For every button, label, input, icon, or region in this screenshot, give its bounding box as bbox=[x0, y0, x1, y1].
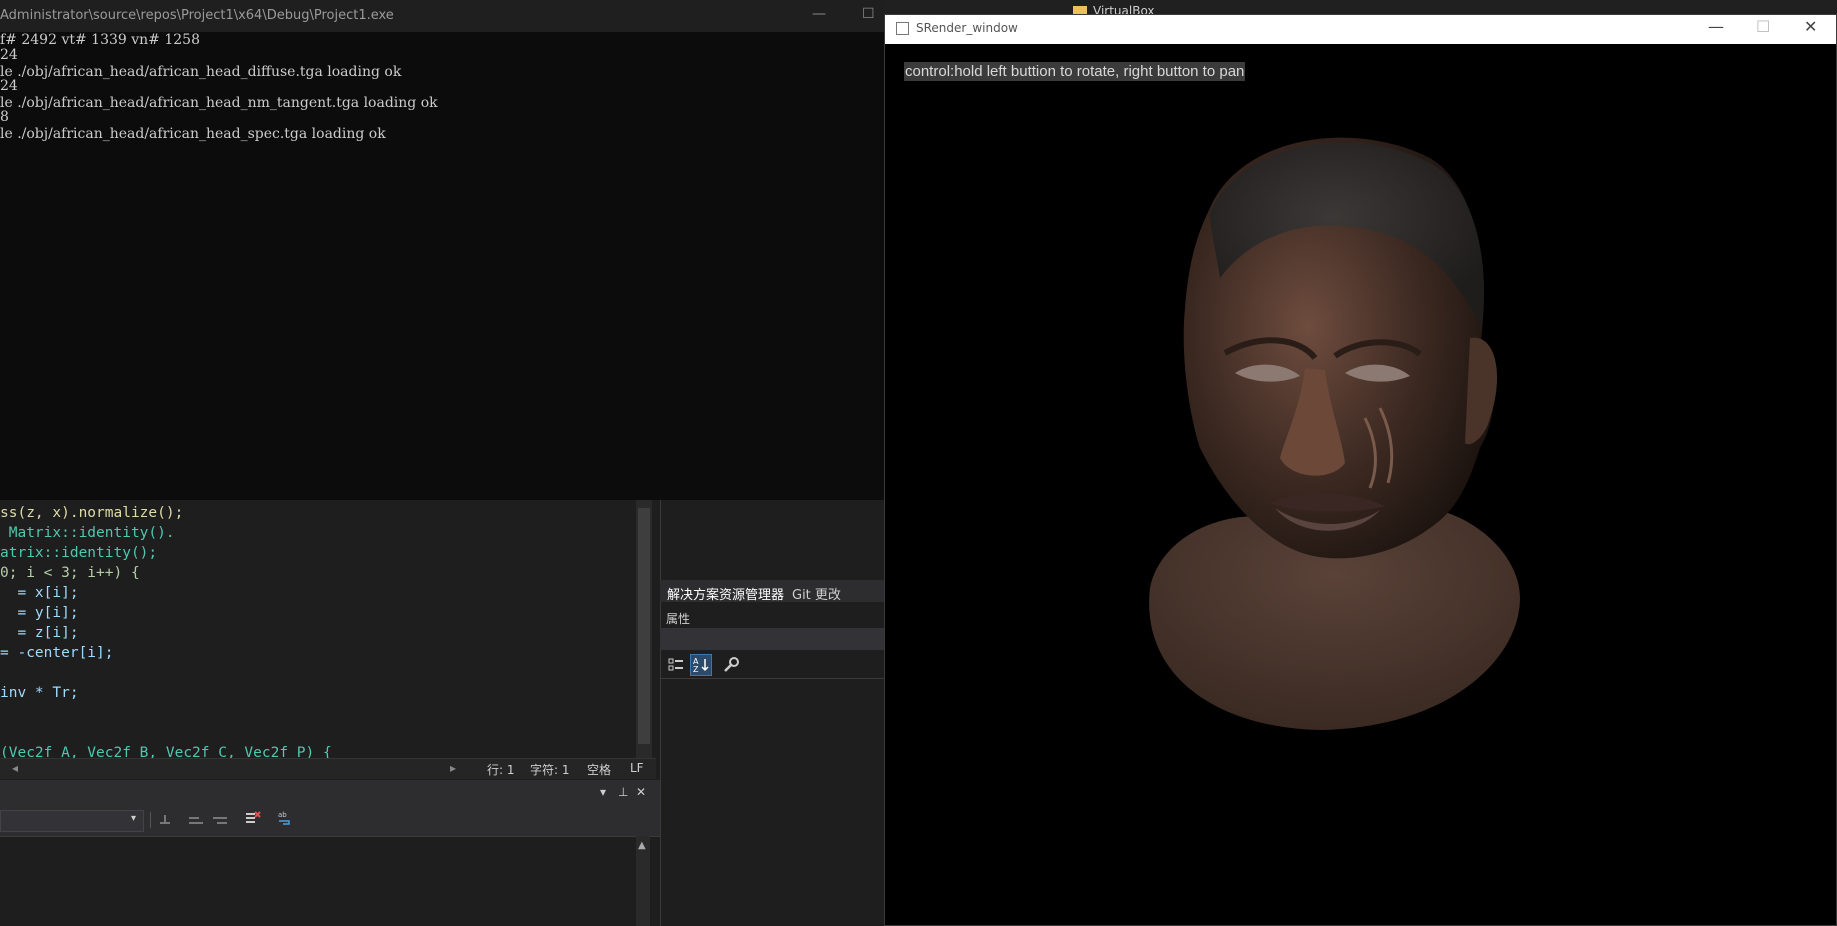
render-titlebar bbox=[885, 15, 1836, 44]
side-panel bbox=[660, 500, 885, 926]
console-maximize-button[interactable]: ☐ bbox=[862, 6, 875, 22]
console-minimize-button[interactable]: — bbox=[812, 6, 826, 22]
console-line: 8 bbox=[0, 109, 9, 125]
console-line: 24 bbox=[0, 78, 18, 94]
background-strip bbox=[884, 0, 1837, 14]
console-line: f# 2492 vt# 1339 vn# 1258 bbox=[0, 32, 200, 48]
tab-solution-explorer[interactable]: 解决方案资源管理器 bbox=[667, 584, 784, 603]
code-line: = -center[i]; bbox=[0, 645, 114, 661]
alphabetical-icon[interactable]: AZ bbox=[690, 654, 712, 676]
render-minimize-button[interactable]: — bbox=[1708, 17, 1724, 36]
console-line: le ./obj/african_head/african_head_diffu… bbox=[0, 64, 402, 80]
pin-icon[interactable]: ⊥ bbox=[618, 785, 628, 799]
spaces-indicator[interactable]: 空格 bbox=[587, 761, 611, 778]
editor-status-strip: ◂ ▸ 行: 1 字符: 1 空格 LF bbox=[0, 758, 656, 779]
code-line: = x[i]; bbox=[0, 585, 79, 601]
char-indicator[interactable]: 字符: 1 bbox=[530, 761, 570, 778]
chevron-down-icon: ▾ bbox=[131, 813, 137, 824]
next-message-icon[interactable] bbox=[212, 812, 228, 826]
scroll-right-icon[interactable]: ▸ bbox=[450, 761, 456, 775]
code-line: 0; i < 3; i++) { bbox=[0, 565, 140, 581]
console-line: le ./obj/african_head/african_head_nm_ta… bbox=[0, 95, 438, 111]
tab-git-changes[interactable]: Git 更改 bbox=[792, 584, 841, 603]
line-indicator[interactable]: 行: 1 bbox=[487, 761, 515, 778]
property-pages-icon[interactable] bbox=[722, 656, 740, 674]
app-icon bbox=[896, 22, 909, 35]
render-controls-hint: control:hold left buttion to rotate, rig… bbox=[904, 62, 1246, 81]
svg-text:Z: Z bbox=[693, 665, 699, 674]
render-close-button[interactable]: ✕ bbox=[1804, 17, 1817, 36]
code-line: Matrix::identity(). bbox=[0, 525, 175, 541]
rendered-head-model[interactable] bbox=[1130, 118, 1570, 738]
clear-all-icon[interactable] bbox=[245, 810, 261, 826]
properties-label: 属性 bbox=[666, 612, 691, 626]
code-line: atrix::identity(); bbox=[0, 545, 158, 561]
render-maximize-button[interactable]: ☐ bbox=[1756, 17, 1770, 36]
output-source-dropdown[interactable]: ▾ bbox=[0, 810, 144, 832]
code-line: ss(z, x).normalize(); bbox=[0, 505, 184, 521]
code-editor[interactable]: ss(z, x).normalize(); Matrix::identity()… bbox=[0, 500, 660, 780]
categorized-icon[interactable] bbox=[667, 656, 685, 674]
console-line: 24 bbox=[0, 47, 18, 63]
console-output: f# 2492 vt# 1339 vn# 1258 24 le ./obj/af… bbox=[0, 32, 884, 500]
output-panel-header: ▾ ⊥ ✕ bbox=[0, 780, 660, 806]
console-line: le ./obj/african_head/african_head_spec.… bbox=[0, 126, 386, 142]
word-wrap-icon[interactable]: ab bbox=[277, 810, 293, 826]
eol-indicator[interactable]: LF bbox=[630, 761, 644, 775]
scroll-left-icon[interactable]: ◂ bbox=[12, 761, 18, 775]
console-title: Administrator\source\repos\Project1\x64\… bbox=[0, 8, 394, 23]
prev-message-icon[interactable] bbox=[188, 812, 204, 826]
code-line: = y[i]; bbox=[0, 605, 79, 621]
code-line: = z[i]; bbox=[0, 625, 79, 641]
side-panel-tabs: 解决方案资源管理器 Git 更改 bbox=[660, 580, 884, 603]
toolbar-divider bbox=[150, 812, 151, 828]
render-window-title: SRender_window bbox=[916, 21, 1018, 35]
find-message-icon[interactable] bbox=[158, 812, 172, 826]
editor-scroll-thumb[interactable] bbox=[638, 508, 650, 744]
panel-menu-icon[interactable]: ▾ bbox=[600, 785, 606, 799]
properties-object-selector[interactable] bbox=[660, 628, 884, 650]
scroll-up-icon[interactable]: ▲ bbox=[638, 840, 646, 851]
close-icon[interactable]: ✕ bbox=[636, 785, 646, 799]
code-line: inv * Tr; bbox=[0, 685, 79, 701]
svg-text:ab: ab bbox=[278, 811, 287, 819]
